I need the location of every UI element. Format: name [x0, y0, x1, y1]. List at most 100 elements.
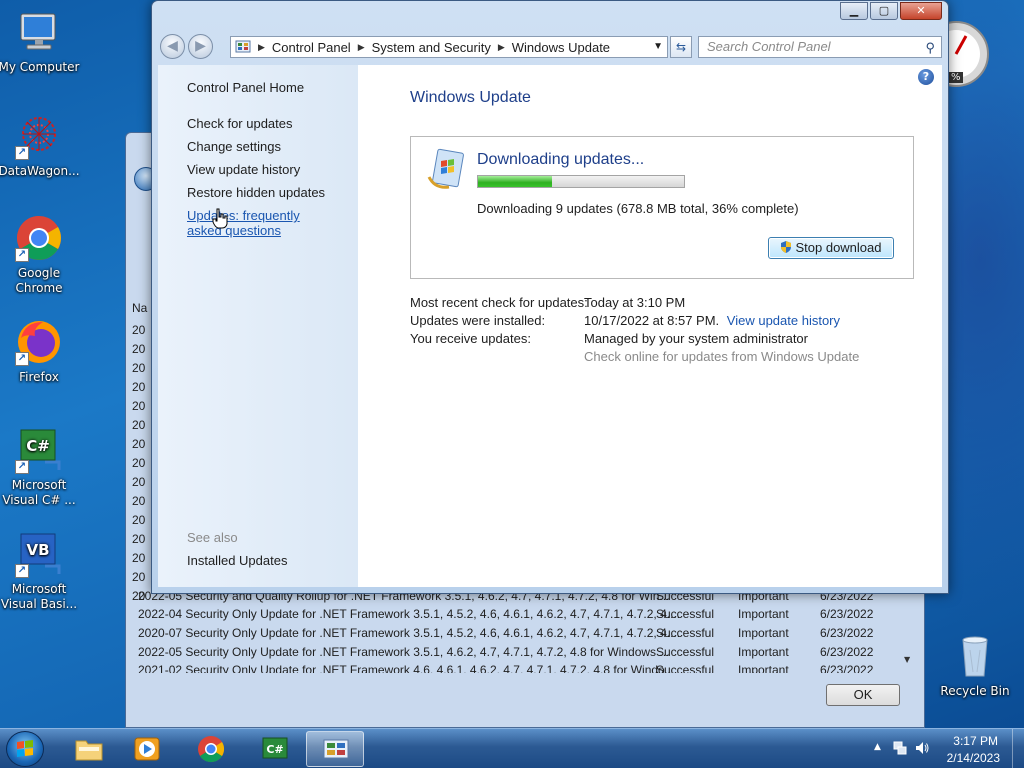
- help-icon[interactable]: ?: [918, 69, 934, 85]
- desktop-icon-datawagon[interactable]: ↗ DataWagon...: [0, 112, 81, 179]
- breadcrumb-separator-icon[interactable]: ▶: [498, 42, 505, 53]
- update-date: 6/23/2022: [820, 626, 874, 640]
- maximize-button[interactable]: ▢: [870, 2, 898, 20]
- desktop: My Computer ↗ DataWagon... ↗ Google Chro…: [0, 0, 1024, 728]
- breadcrumb-control-panel[interactable]: Control Panel: [272, 40, 351, 55]
- show-hidden-icons-icon[interactable]: ▲: [874, 742, 881, 752]
- search-placeholder: Search Control Panel: [707, 39, 831, 54]
- visual-basic-icon: VB ↗: [15, 530, 63, 578]
- row-stub: 20: [132, 399, 146, 413]
- row-stub: 20: [132, 361, 146, 375]
- desktop-icon-label: DataWagon...: [0, 164, 80, 178]
- table-row[interactable]: 2022-04 Security Only Update for .NET Fr…: [138, 605, 906, 624]
- update-name: 2020-07 Security Only Update for .NET Fr…: [138, 626, 681, 640]
- download-progress-bar: [477, 175, 685, 188]
- row-stub: 20: [132, 380, 146, 394]
- taskbar-explorer[interactable]: [60, 731, 118, 767]
- control-panel-icon: [235, 39, 251, 55]
- row-stub: 20: [132, 475, 146, 489]
- update-importance: Important: [738, 663, 789, 673]
- search-input[interactable]: Search Control Panel ⚲: [698, 36, 942, 58]
- update-date: 6/23/2022: [820, 645, 874, 659]
- installed-value-row: 10/17/2022 at 8:57 PM. View update histo…: [584, 313, 840, 328]
- forward-button[interactable]: ▶: [188, 34, 213, 59]
- chrome-icon: ↗: [15, 214, 63, 262]
- desktop-icon-label: Recycle Bin: [940, 684, 1010, 698]
- taskbar-chrome[interactable]: [182, 731, 240, 767]
- desktop-icon-google-chrome[interactable]: ↗ Google Chrome: [0, 214, 81, 296]
- column-header-name[interactable]: Na: [132, 301, 147, 315]
- system-tray: ▲ 3:17 PM 2/14/2023: [864, 729, 1024, 768]
- recent-check-label: Most recent check for updates:: [410, 295, 588, 310]
- sidebar-link-control-panel-home[interactable]: Control Panel Home: [187, 80, 304, 95]
- shortcut-arrow-icon: ↗: [15, 248, 29, 262]
- address-dropdown-icon[interactable]: ▼: [653, 41, 663, 52]
- desktop-icon-label: Google Chrome: [15, 266, 63, 295]
- check-online-link[interactable]: Check online for updates from Windows Up…: [584, 349, 859, 364]
- recycle-bin-icon: [951, 632, 999, 680]
- desktop-icon-label: Microsoft Visual Basi...: [0, 582, 78, 611]
- chrome-icon: [196, 735, 226, 763]
- uac-shield-icon: [780, 239, 792, 253]
- taskbar-visual-csharp[interactable]: C#: [246, 731, 304, 767]
- sidebar-link-view-update-history[interactable]: View update history: [187, 162, 300, 177]
- volume-icon[interactable]: [914, 740, 930, 756]
- installed-value: 10/17/2022 at 8:57 PM.: [584, 313, 720, 328]
- main-content: ? Windows Update Downloading updates...: [358, 65, 942, 587]
- windows-update-shield-icon: [425, 147, 469, 197]
- breadcrumb-separator-icon[interactable]: ▶: [358, 42, 365, 53]
- breadcrumb-windows-update[interactable]: Windows Update: [512, 40, 610, 55]
- receive-value: Managed by your system administrator: [584, 331, 808, 346]
- view-update-history-link[interactable]: View update history: [727, 313, 840, 328]
- navigation-bar: ◀ ▶ ▶ Control Panel ▶ System and Securit…: [160, 33, 942, 59]
- update-name: 2022-05 Security Only Update for .NET Fr…: [138, 645, 670, 659]
- ok-button[interactable]: OK: [826, 684, 900, 706]
- scroll-down-arrow-icon[interactable]: ▼: [904, 655, 910, 664]
- search-icon[interactable]: ⚲: [925, 38, 935, 58]
- close-button[interactable]: ✕: [900, 2, 942, 20]
- sidebar: Control Panel Home Check for updates Cha…: [158, 65, 358, 587]
- recent-check-value: Today at 3:10 PM: [584, 295, 686, 310]
- back-button[interactable]: ◀: [160, 34, 185, 59]
- show-desktop-button[interactable]: [1012, 729, 1024, 768]
- clock-time[interactable]: 3:17 PM: [953, 734, 998, 748]
- table-row[interactable]: 2022-05 Security Only Update for .NET Fr…: [138, 643, 906, 662]
- desktop-icon-visual-basic[interactable]: VB ↗ Microsoft Visual Basi...: [0, 530, 81, 612]
- download-status-panel: Downloading updates... Downloading 9 upd…: [410, 136, 914, 279]
- sidebar-link-change-settings[interactable]: Change settings: [187, 139, 281, 154]
- media-player-icon: [132, 735, 162, 763]
- desktop-icon-visual-csharp[interactable]: C# ↗ Microsoft Visual C# ...: [0, 426, 81, 508]
- refresh-button[interactable]: ⇆: [670, 36, 692, 58]
- sidebar-link-faq[interactable]: Updates: frequently asked questions: [187, 208, 337, 238]
- caption-buttons: ▁ ▢ ✕: [838, 2, 942, 20]
- network-icon[interactable]: [892, 740, 908, 756]
- breadcrumb-separator-icon[interactable]: ▶: [258, 42, 265, 53]
- start-button[interactable]: [6, 731, 44, 767]
- progress-text: Downloading 9 updates (678.8 MB total, 3…: [477, 201, 799, 216]
- sidebar-link-restore-hidden-updates[interactable]: Restore hidden updates: [187, 185, 325, 200]
- row-stub: 20: [132, 342, 146, 356]
- desktop-icon-firefox[interactable]: ↗ Firefox: [0, 318, 81, 385]
- desktop-icon-recycle-bin[interactable]: Recycle Bin: [933, 632, 1017, 699]
- minimize-button[interactable]: ▁: [840, 2, 868, 20]
- sidebar-link-installed-updates[interactable]: Installed Updates: [187, 553, 287, 568]
- sidebar-link-check-for-updates[interactable]: Check for updates: [187, 116, 293, 131]
- table-row[interactable]: 2020-07 Security Only Update for .NET Fr…: [138, 624, 906, 643]
- update-name: 2021-02 Security Only Update for .NET Fr…: [138, 663, 675, 673]
- taskbar-media-player[interactable]: [118, 731, 176, 767]
- stop-download-button[interactable]: Stop download: [768, 237, 894, 259]
- status-heading: Downloading updates...: [477, 151, 645, 168]
- table-row[interactable]: 2021-02 Security Only Update for .NET Fr…: [138, 661, 906, 673]
- receive-label: You receive updates:: [410, 331, 531, 346]
- taskbar-control-panel[interactable]: [306, 731, 364, 767]
- update-status: Successful: [656, 607, 715, 621]
- page-title: Windows Update: [410, 89, 531, 106]
- update-status: Successful: [656, 645, 715, 659]
- taskbar: C# ▲ 3:17 PM 2/14/2023: [0, 728, 1024, 768]
- clock-date[interactable]: 2/14/2023: [947, 751, 1000, 765]
- row-stub: 20: [132, 513, 146, 527]
- address-bar[interactable]: ▶ Control Panel ▶ System and Security ▶ …: [230, 36, 668, 58]
- breadcrumb-system-and-security[interactable]: System and Security: [372, 40, 491, 55]
- desktop-icon-my-computer[interactable]: My Computer: [0, 8, 81, 75]
- row-stub: 20: [132, 323, 146, 337]
